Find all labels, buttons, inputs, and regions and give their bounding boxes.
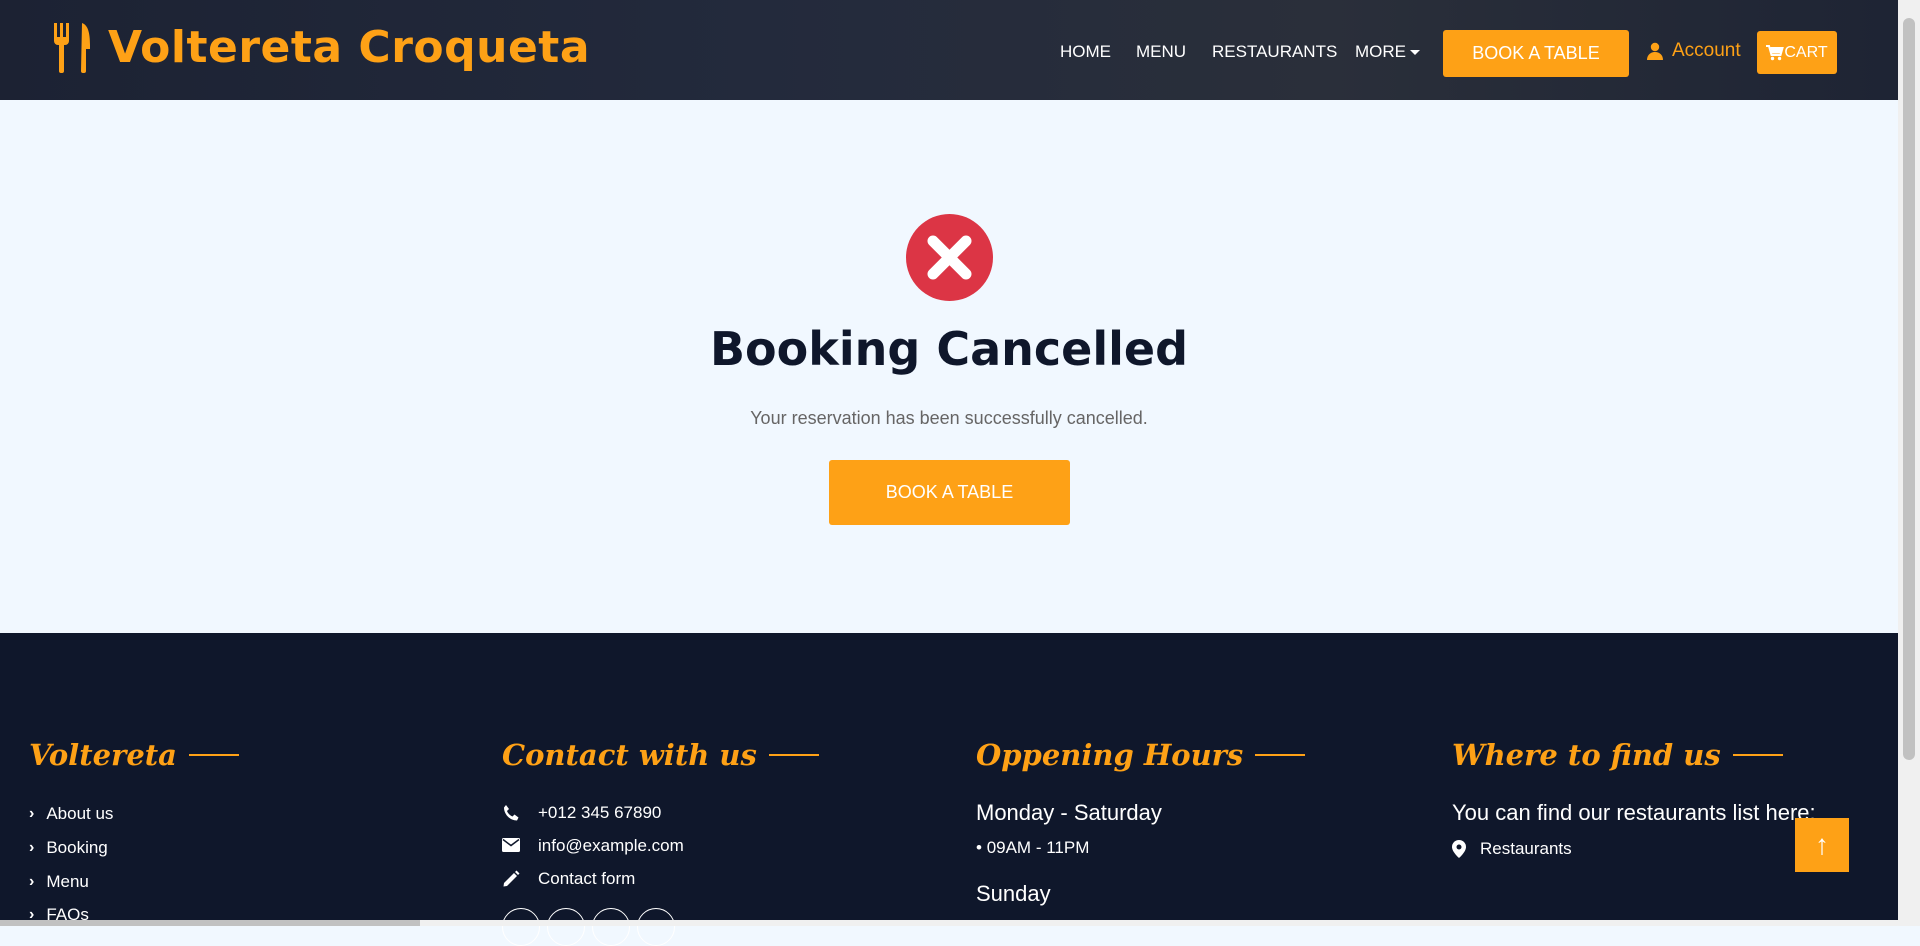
cart-button[interactable]: CART — [1757, 31, 1837, 74]
cart-label: CART — [1784, 43, 1828, 61]
footer-col-title-text: Where to find us — [1452, 738, 1721, 772]
account-label: Account — [1672, 40, 1741, 61]
vertical-scrollbar[interactable] — [1898, 0, 1920, 926]
nav-home[interactable]: HOME — [1060, 42, 1111, 62]
footer-email[interactable]: info@example.com — [502, 836, 684, 856]
horizontal-scrollbar[interactable] — [0, 920, 1898, 926]
book-table-header-button[interactable]: BOOK A TABLE — [1443, 30, 1629, 77]
footer-link-booking[interactable]: › Booking — [29, 838, 108, 858]
restaurants-link-label: Restaurants — [1480, 839, 1572, 858]
footer-col-title-contact: Contact with us — [502, 738, 819, 772]
title-divider — [768, 754, 819, 756]
status-message: Your reservation has been successfully c… — [750, 408, 1148, 428]
footer-link-label: Booking — [46, 838, 108, 857]
footer-contact-form[interactable]: Contact form — [502, 869, 635, 889]
location-text: You can find our restaurants list here: — [1452, 800, 1816, 825]
twitter-button[interactable] — [502, 908, 540, 946]
site-header: Voltereta Croqueta HOME MENU RESTAURANTS… — [0, 0, 1898, 100]
caret-down-icon — [1410, 50, 1420, 56]
footer-link-menu[interactable]: › Menu — [29, 872, 89, 892]
contact-form-label: Contact form — [538, 869, 636, 888]
title-divider — [1732, 754, 1783, 756]
chevron-right-icon: › — [29, 873, 35, 890]
weekday-label: Monday - Saturday — [976, 800, 1162, 825]
page-title: Booking Cancelled — [710, 322, 1188, 376]
site-footer — [0, 633, 1898, 926]
footer-col-title-text: Oppening Hours — [976, 738, 1244, 772]
sunday-label: Sunday — [976, 881, 1051, 906]
horizontal-scrollbar-thumb[interactable] — [0, 920, 420, 926]
email-address: info@example.com — [538, 836, 684, 855]
footer-phone: +012 345 67890 — [502, 803, 661, 823]
title-divider — [1255, 754, 1306, 756]
footer-col-title-hours: Oppening Hours — [976, 738, 1306, 772]
chevron-right-icon: › — [29, 839, 35, 856]
account-link[interactable]: Account — [1646, 40, 1741, 62]
brand-logo[interactable]: Voltereta Croqueta — [52, 22, 590, 73]
nav-menu[interactable]: MENU — [1136, 42, 1186, 62]
facebook-button[interactable] — [547, 908, 585, 946]
pencil-icon — [502, 870, 520, 888]
back-to-top-button[interactable]: ↑ — [1795, 818, 1849, 872]
footer-link-about[interactable]: › About us — [29, 804, 113, 824]
brand-name: Voltereta Croqueta — [108, 22, 591, 73]
footer-col-title-text: Contact with us — [502, 738, 757, 772]
weekday-hours-row: • 09AM - 11PM — [976, 838, 1089, 858]
youtube-button[interactable] — [592, 908, 630, 946]
nav-more-dropdown[interactable]: MORE — [1355, 42, 1420, 62]
map-marker-icon — [1452, 840, 1470, 858]
arrow-up-icon: ↑ — [1815, 829, 1829, 860]
nav-restaurants[interactable]: RESTAURANTS — [1212, 42, 1337, 62]
phone-number: +012 345 67890 — [538, 803, 662, 822]
footer-link-label: Menu — [46, 872, 89, 891]
chevron-right-icon: › — [29, 805, 35, 822]
footer-col-title-voltereta: Voltereta — [29, 738, 239, 772]
bullet-icon: • — [976, 838, 987, 857]
footer-restaurants-link[interactable]: Restaurants — [1452, 839, 1572, 859]
footer-col-title-location: Where to find us — [1452, 738, 1783, 772]
book-table-button[interactable]: BOOK A TABLE — [829, 460, 1070, 525]
user-icon — [1646, 42, 1664, 60]
nav-more-label: MORE — [1355, 42, 1406, 61]
envelope-icon — [502, 837, 520, 855]
x-circle-icon — [906, 214, 993, 301]
linkedin-button[interactable] — [637, 908, 675, 946]
utensils-icon — [52, 22, 92, 73]
title-divider — [188, 754, 239, 756]
cart-icon — [1766, 44, 1785, 61]
footer-col-title-text: Voltereta — [29, 738, 177, 772]
vertical-scrollbar-thumb[interactable] — [1903, 18, 1915, 760]
weekday-hours: 09AM - 11PM — [986, 838, 1090, 857]
phone-icon — [502, 804, 520, 822]
footer-link-label: About us — [46, 804, 114, 823]
